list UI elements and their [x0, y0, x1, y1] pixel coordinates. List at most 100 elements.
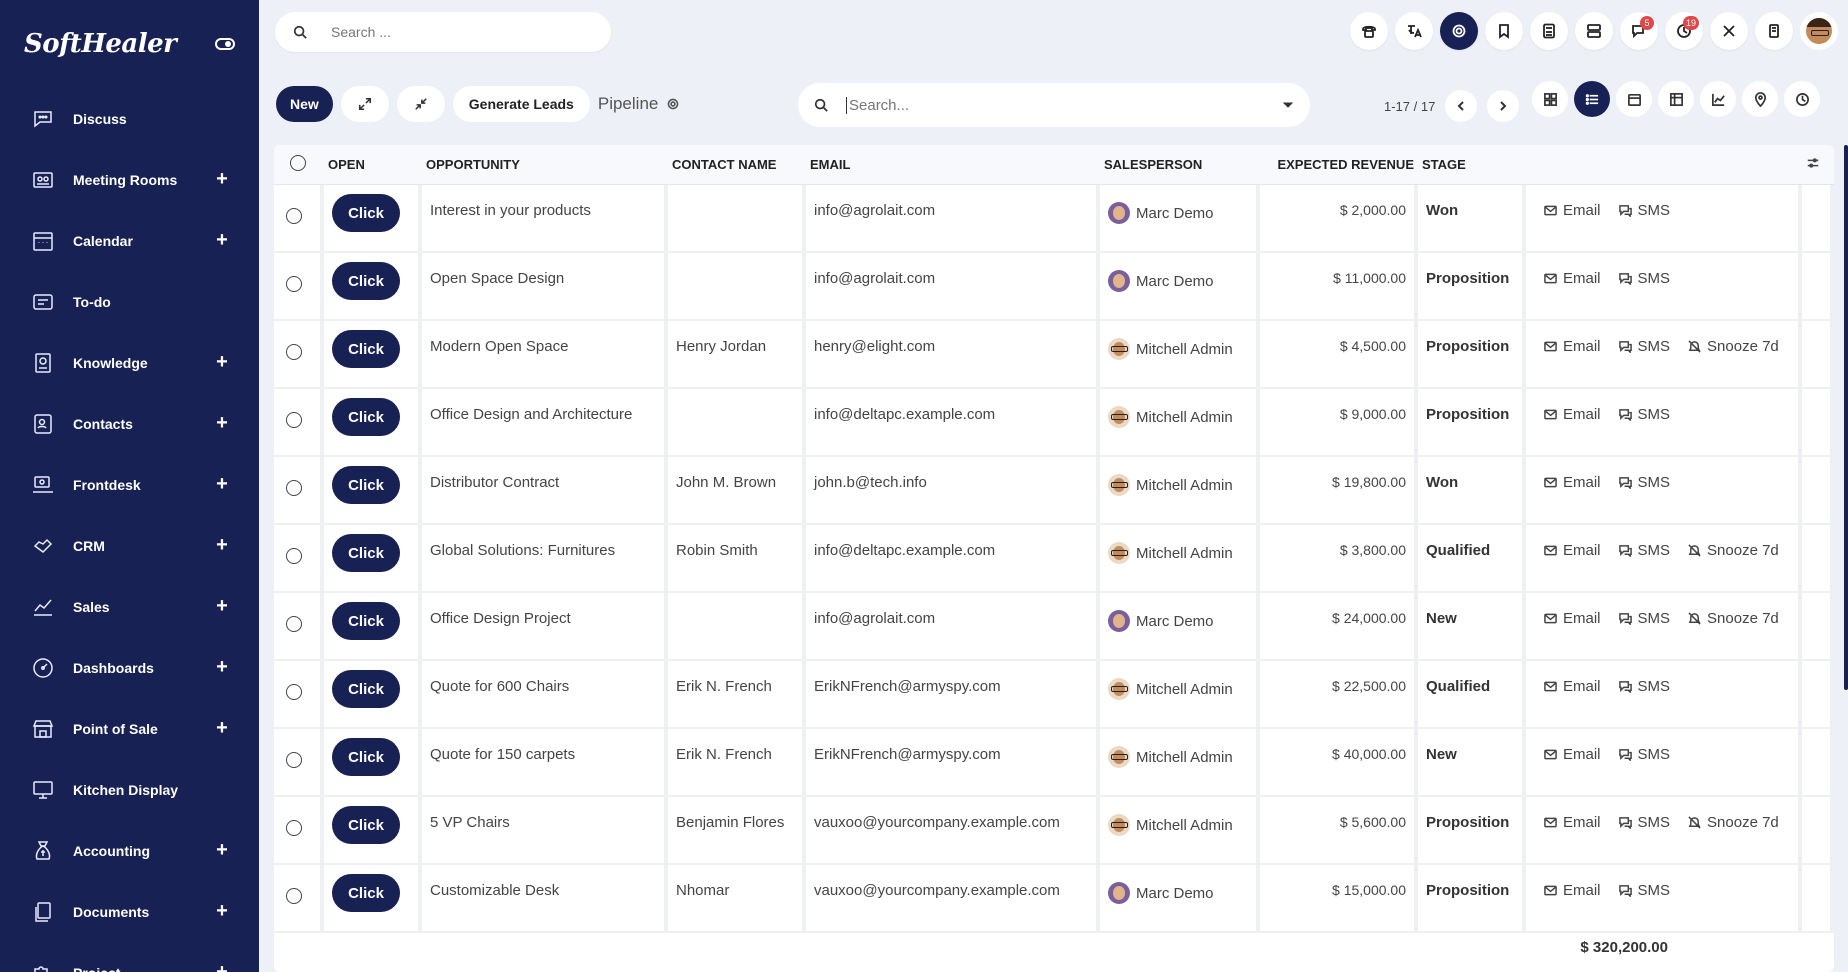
row-select-radio[interactable]: [286, 684, 302, 700]
column-header-open[interactable]: OPEN: [324, 145, 422, 185]
view-kanban-button[interactable]: [1532, 81, 1568, 117]
opportunity-cell[interactable]: Distributor Contract: [422, 457, 668, 525]
salesperson-cell[interactable]: Marc Demo: [1100, 865, 1260, 933]
contact-cell[interactable]: Robin Smith: [668, 525, 806, 593]
view-graph-button[interactable]: [1700, 81, 1736, 117]
contact-cell[interactable]: [668, 593, 806, 661]
email-action[interactable]: Email: [1544, 270, 1601, 287]
plus-icon[interactable]: +: [215, 961, 229, 972]
row-select-radio[interactable]: [286, 616, 302, 632]
plus-icon[interactable]: +: [215, 595, 229, 618]
stage-cell[interactable]: Proposition: [1418, 865, 1526, 933]
sidebar-item-sales[interactable]: Sales +: [0, 576, 259, 637]
column-header-email[interactable]: EMAIL: [806, 145, 1100, 185]
sms-action[interactable]: SMS: [1618, 202, 1670, 219]
pager-previous-button[interactable]: [1445, 90, 1478, 122]
sms-action[interactable]: SMS: [1618, 814, 1670, 831]
building-icon[interactable]: [1755, 12, 1793, 50]
view-activity-button[interactable]: [1784, 81, 1820, 117]
email-cell[interactable]: info@deltapc.example.com: [806, 389, 1100, 457]
plus-icon[interactable]: +: [215, 534, 229, 557]
email-action[interactable]: Email: [1544, 338, 1601, 355]
open-record-button[interactable]: Click: [332, 466, 400, 504]
opportunity-cell[interactable]: Office Design and Architecture: [422, 389, 668, 457]
table-row[interactable]: Click Customizable Desk Nhomar vauxoo@yourc…: [274, 865, 1834, 933]
sms-action[interactable]: SMS: [1618, 338, 1670, 355]
salesperson-cell[interactable]: Mitchell Admin: [1100, 321, 1260, 389]
open-record-button[interactable]: Click: [332, 534, 400, 572]
select-all-checkbox[interactable]: [274, 145, 324, 185]
email-cell[interactable]: ErikNFrench@armyspy.com: [806, 661, 1100, 729]
sms-action[interactable]: SMS: [1618, 746, 1670, 763]
row-select-radio[interactable]: [286, 480, 302, 496]
table-row[interactable]: Click Quote for 150 carpets Erik N. French…: [274, 729, 1834, 797]
opportunity-cell[interactable]: Office Design Project: [422, 593, 668, 661]
email-action[interactable]: Email: [1544, 678, 1601, 695]
translate-icon[interactable]: [1395, 12, 1433, 50]
sidebar-item-kitchen-display[interactable]: Kitchen Display: [0, 759, 259, 820]
sms-action[interactable]: SMS: [1618, 542, 1670, 559]
table-row[interactable]: Click Quote for 600 Chairs Erik N. French E…: [274, 661, 1834, 729]
sidebar-item-meeting-rooms[interactable]: Meeting Rooms +: [0, 149, 259, 210]
optional-columns-toggle[interactable]: [1802, 145, 1834, 185]
open-record-button[interactable]: Click: [332, 330, 400, 368]
table-row[interactable]: Click Office Design and Architecture info@…: [274, 389, 1834, 457]
server-icon[interactable]: [1575, 12, 1613, 50]
activity-clock-icon[interactable]: 19: [1665, 12, 1703, 50]
email-cell[interactable]: henry@elight.com: [806, 321, 1100, 389]
table-row[interactable]: Click 5 VP Chairs Benjamin Flores vauxoo@yo…: [274, 797, 1834, 865]
sidebar-item-discuss[interactable]: Discuss: [0, 88, 259, 149]
table-row[interactable]: Click Interest in your products info@agrol…: [274, 185, 1834, 253]
user-avatar[interactable]: [1800, 12, 1838, 50]
generate-leads-button[interactable]: Generate Leads: [452, 86, 590, 122]
global-search[interactable]: [275, 12, 611, 52]
revenue-cell[interactable]: $ 15,000.00: [1260, 865, 1418, 933]
contact-cell[interactable]: Erik N. French: [668, 729, 806, 797]
email-action[interactable]: Email: [1544, 746, 1601, 763]
contact-cell[interactable]: Erik N. French: [668, 661, 806, 729]
email-action[interactable]: Email: [1544, 542, 1601, 559]
email-cell[interactable]: vauxoo@yourcompany.example.com: [806, 797, 1100, 865]
vertical-scrollbar[interactable]: [1844, 145, 1848, 690]
chevron-down-icon[interactable]: [1282, 99, 1294, 111]
plus-icon[interactable]: +: [215, 839, 229, 862]
sidebar-item-dashboards[interactable]: Dashboards +: [0, 637, 259, 698]
sidebar-item-frontdesk[interactable]: Frontdesk +: [0, 454, 259, 515]
plus-icon[interactable]: +: [215, 900, 229, 923]
revenue-cell[interactable]: $ 11,000.00: [1260, 253, 1418, 321]
snooze-action[interactable]: Snooze 7d: [1688, 814, 1779, 831]
stage-cell[interactable]: Proposition: [1418, 321, 1526, 389]
sidebar-item-knowledge[interactable]: Knowledge +: [0, 332, 259, 393]
email-cell[interactable]: vauxoo@yourcompany.example.com: [806, 865, 1100, 933]
pager-next-button[interactable]: [1487, 90, 1520, 122]
row-select-radio[interactable]: [286, 412, 302, 428]
revenue-cell[interactable]: $ 22,500.00: [1260, 661, 1418, 729]
table-row[interactable]: Click Distributor Contract John M. Brown jo…: [274, 457, 1834, 525]
contact-cell[interactable]: Henry Jordan: [668, 321, 806, 389]
email-action[interactable]: Email: [1544, 610, 1601, 627]
email-action[interactable]: Email: [1544, 202, 1601, 219]
view-map-button[interactable]: [1742, 81, 1778, 117]
column-header-revenue[interactable]: EXPECTED REVENUE: [1260, 145, 1418, 185]
revenue-cell[interactable]: $ 3,800.00: [1260, 525, 1418, 593]
email-cell[interactable]: ErikNFrench@armyspy.com: [806, 729, 1100, 797]
open-record-button[interactable]: Click: [332, 738, 400, 776]
table-row[interactable]: Click Open Space Design info@agrolait.com M…: [274, 253, 1834, 321]
sms-action[interactable]: SMS: [1618, 406, 1670, 423]
revenue-cell[interactable]: $ 19,800.00: [1260, 457, 1418, 525]
phone-icon[interactable]: [1350, 12, 1388, 50]
expand-button[interactable]: [340, 86, 389, 122]
plus-icon[interactable]: +: [215, 351, 229, 374]
opportunity-cell[interactable]: Quote for 600 Chairs: [422, 661, 668, 729]
column-header-salesperson[interactable]: SALESPERSON: [1100, 145, 1260, 185]
stage-cell[interactable]: Proposition: [1418, 389, 1526, 457]
salesperson-cell[interactable]: Marc Demo: [1100, 593, 1260, 661]
opportunity-cell[interactable]: Global Solutions: Furnitures: [422, 525, 668, 593]
stage-cell[interactable]: Proposition: [1418, 253, 1526, 321]
row-select-radio[interactable]: [286, 548, 302, 564]
row-select-radio[interactable]: [286, 344, 302, 360]
revenue-cell[interactable]: $ 5,600.00: [1260, 797, 1418, 865]
gear-icon[interactable]: [666, 97, 680, 111]
contact-cell[interactable]: John M. Brown: [668, 457, 806, 525]
row-select-radio[interactable]: [286, 208, 302, 224]
